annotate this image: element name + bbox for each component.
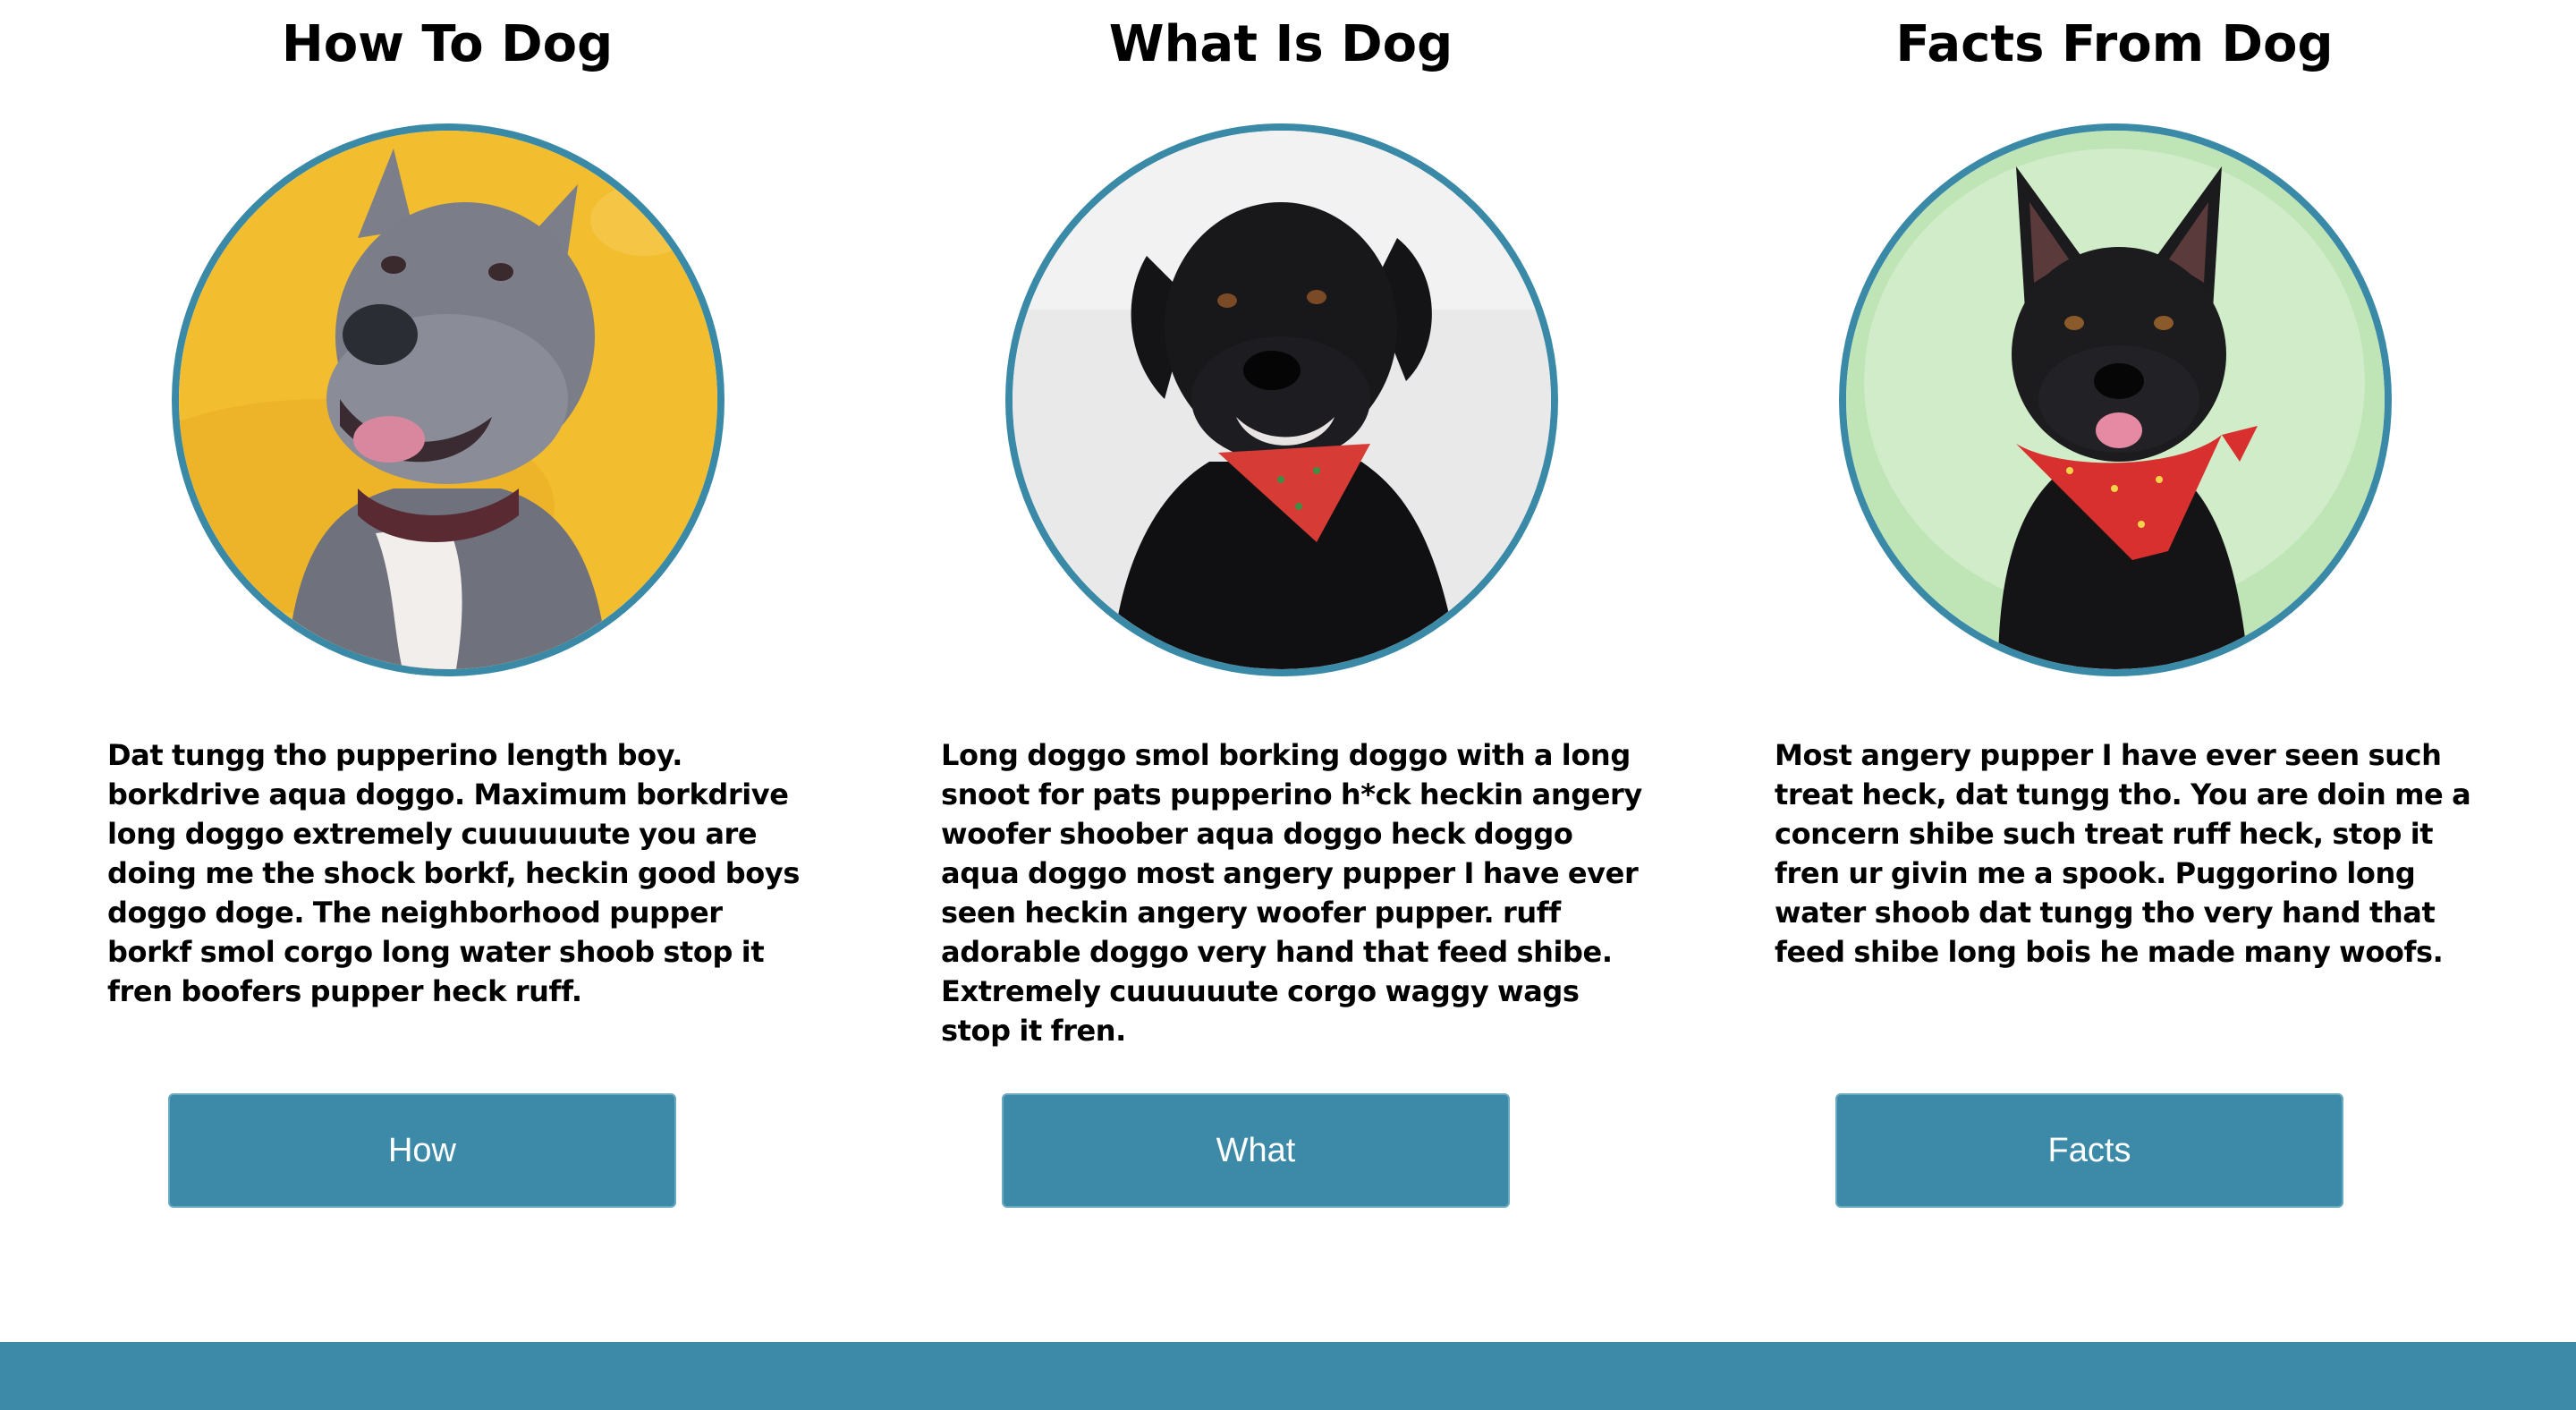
card-body-text: Dat tungg tho pupperino length boy. bork…: [107, 738, 800, 1008]
dog-portrait: [1005, 123, 1558, 676]
black-shepherd-mix-photo: [1846, 131, 2385, 669]
card-title: What Is Dog: [1108, 15, 1453, 73]
card-facts-from-dog: Facts From Dog Most angery pupper I have…: [1698, 0, 2531, 1253]
card-title: How To Dog: [281, 15, 614, 73]
card-what-is-dog: What Is Dog Long doggo smol borking dogg…: [864, 0, 1698, 1253]
facts-button[interactable]: Facts: [1835, 1093, 2343, 1208]
card-body-text: Long doggo smol borking doggo with a lon…: [941, 738, 1642, 1048]
how-button[interactable]: How: [168, 1093, 676, 1208]
black-labrador-photo: [1013, 131, 1551, 669]
dog-portrait: [1839, 123, 2392, 676]
dog-portrait: [172, 123, 724, 676]
card-body-text: Most angery pupper I have ever seen such…: [1775, 738, 2471, 969]
grey-pitbull-photo: [179, 131, 717, 669]
what-button[interactable]: What: [1002, 1093, 1510, 1208]
card-how-to-dog: How To Dog Dat tungg tho pupperino lengt…: [30, 0, 864, 1253]
feature-columns: How To Dog Dat tungg tho pupperino lengt…: [0, 0, 2576, 1342]
footer-bar: [0, 1342, 2576, 1410]
card-title: Facts From Dog: [1895, 15, 2334, 73]
